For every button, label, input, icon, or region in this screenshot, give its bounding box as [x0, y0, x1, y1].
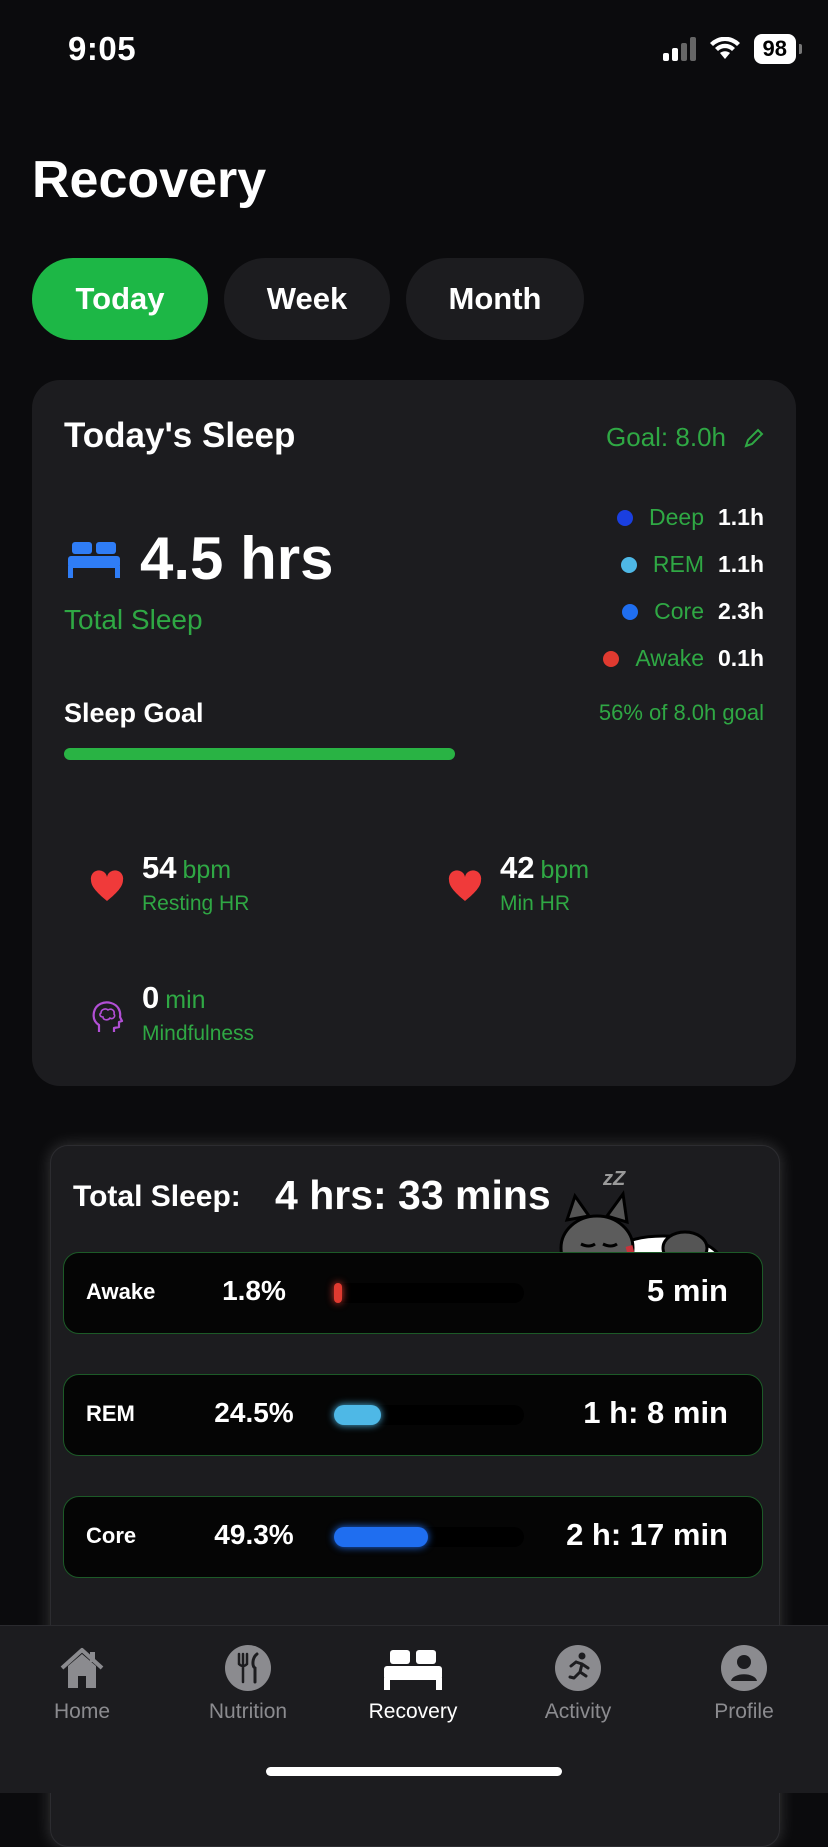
stage-bar-fill [334, 1527, 428, 1547]
sleep-goal-label: Sleep Goal [64, 698, 204, 728]
legend-name: Awake [635, 645, 704, 671]
cellular-signal-icon [662, 37, 696, 61]
stage-row-awake[interactable]: Awake 1.8% 5 min [63, 1252, 763, 1334]
min-hr-value: 42 [500, 850, 535, 885]
breakdown-title: Total Sleep: [73, 1180, 241, 1213]
sleep-goal-percent: 56% of 8.0h goal [598, 700, 764, 725]
legend-name: REM [652, 551, 704, 577]
stage-bar-track [334, 1405, 524, 1425]
bed-icon [384, 1650, 442, 1690]
house-icon [60, 1648, 104, 1688]
legend-name: Deep [649, 504, 704, 530]
sleep-goal-progress-fill [64, 748, 455, 760]
heart-icon [90, 870, 124, 901]
resting-hr-value: 54 [142, 850, 177, 885]
stage-name: Core [86, 1523, 137, 1548]
legend-item-awake: Awake 0.1h [603, 635, 764, 682]
tabbar-label: Home [53, 1700, 111, 1723]
total-sleep-value: 4.5 hrs [140, 525, 334, 592]
wifi-icon [709, 37, 740, 59]
legend-value: 0.1h [717, 645, 764, 671]
sleep-goal-progress-bar [64, 748, 762, 760]
resting-hr-label: Resting HR [142, 892, 250, 915]
battery-indicator: 98 [753, 34, 803, 64]
pencil-icon [744, 428, 764, 448]
legend-item-rem: REM 1.1h [603, 541, 764, 588]
goal-label: Goal: 8.0h [606, 422, 726, 452]
status-icons: 98 [662, 34, 803, 64]
fork-knife-icon [225, 1645, 271, 1691]
legend-value: 1.1h [717, 551, 764, 577]
period-tabs: Today Week Month [32, 258, 584, 340]
zzz-label: zZ [603, 1168, 626, 1190]
min-hr-unit: bpm [540, 856, 590, 884]
goal-edit-button[interactable]: Goal: 8.0h [606, 422, 764, 453]
total-sleep-label: Total Sleep [64, 604, 203, 635]
mindfulness-value: 0 [142, 980, 160, 1015]
stage-row-core[interactable]: Core 49.3% 2 h: 17 min [63, 1496, 763, 1578]
core-dot-icon [622, 603, 639, 620]
legend-name: Core [654, 598, 704, 624]
tabbar-item-nutrition[interactable]: Nutrition [168, 1644, 328, 1724]
stage-duration: 5 min [647, 1273, 728, 1308]
stage-bar-fill [334, 1283, 342, 1303]
stage-percent: 49.3% [214, 1519, 294, 1550]
status-time: 9:05 [68, 30, 137, 67]
todays-sleep-card: Today's Sleep Goal: 8.0h 4.5 hrs Total S… [32, 380, 796, 1086]
stage-row-rem[interactable]: REM 24.5% 1 h: 8 min [63, 1374, 763, 1456]
heart-icon [448, 870, 482, 901]
legend-value: 1.1h [717, 504, 764, 530]
stage-bar-fill [334, 1405, 381, 1425]
min-hr-label: Min HR [500, 892, 571, 915]
stage-duration: 2 h: 17 min [566, 1517, 728, 1552]
stage-bar-track [334, 1527, 524, 1547]
brain-head-icon [92, 1001, 124, 1032]
legend-item-deep: Deep 1.1h [603, 494, 764, 541]
rem-dot-icon [620, 556, 637, 573]
tabbar-label: Recovery [368, 1700, 458, 1723]
card-title: Today's Sleep [64, 416, 296, 455]
tab-week[interactable]: Week [224, 258, 390, 340]
stage-name: REM [86, 1401, 135, 1426]
home-indicator [266, 1767, 562, 1776]
person-icon [721, 1645, 767, 1691]
tabbar-label: Activity [544, 1700, 612, 1723]
tabbar-item-home[interactable]: Home [2, 1644, 162, 1724]
stage-duration: 1 h: 8 min [583, 1395, 728, 1430]
tab-month[interactable]: Month [406, 258, 584, 340]
breakdown-total-value: 4 hrs: 33 mins [275, 1172, 551, 1218]
tabbar-label: Nutrition [208, 1700, 288, 1723]
tabbar-item-activity[interactable]: Activity [498, 1644, 658, 1724]
sleep-stage-legend: Deep 1.1h REM 1.1h Core 2.3h Awake 0.1h [603, 494, 764, 682]
mindfulness-unit: min [165, 986, 206, 1014]
bed-icon [68, 542, 120, 578]
tabbar-item-recovery[interactable]: Recovery [333, 1644, 493, 1724]
tabbar-item-profile[interactable]: Profile [664, 1644, 824, 1724]
stage-name: Awake [86, 1279, 156, 1304]
tab-today[interactable]: Today [32, 258, 208, 340]
status-bar: 9:05 98 [0, 0, 828, 100]
page-title: Recovery [32, 151, 267, 209]
legend-value: 2.3h [717, 598, 764, 624]
stage-bar-track [334, 1283, 524, 1303]
stage-percent: 1.8% [222, 1275, 286, 1306]
awake-dot-icon [603, 650, 620, 667]
mindfulness-label: Mindfulness [142, 1022, 255, 1045]
legend-item-core: Core 2.3h [603, 588, 764, 635]
stage-percent: 24.5% [214, 1397, 294, 1428]
resting-hr-unit: bpm [182, 856, 232, 884]
tabbar-label: Profile [714, 1700, 774, 1723]
deep-dot-icon [617, 509, 634, 526]
running-icon [555, 1645, 601, 1691]
